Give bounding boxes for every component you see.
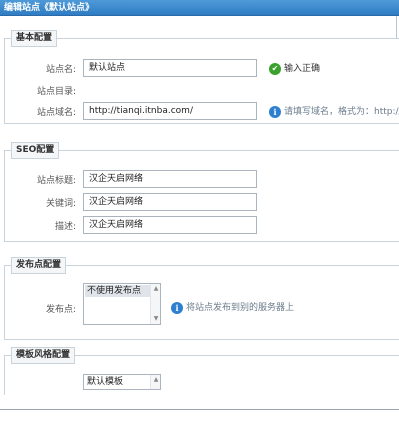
template-config-legend: 模板风格配置 — [11, 347, 76, 364]
bottom-divider — [0, 409, 399, 410]
site-name-hint: ✔ 输入正确 — [269, 61, 320, 75]
scroll-down-icon[interactable]: ▼ — [152, 315, 160, 323]
publish-hint-text: 将站点发布到别的服务器上 — [186, 303, 295, 313]
site-domain-input[interactable]: http://tianqi.itnba.com/ — [83, 102, 257, 120]
site-title-row: 站点标题: 汉企天启网络 — [5, 170, 399, 188]
publish-select[interactable]: 不使用发布点 ▲ ▼ — [83, 283, 161, 325]
scroll-up-icon[interactable]: ▲ — [152, 376, 160, 384]
publish-hint: i 将站点发布到别的服务器上 — [171, 300, 294, 314]
keywords-row: 关键词: 汉企天启网络 — [5, 193, 399, 211]
template-config-group: 模板风格配置 默认模板 ▲ — [4, 347, 399, 395]
description-input[interactable]: 汉企天启网络 — [83, 216, 257, 234]
site-domain-label: 站点域名: — [36, 108, 76, 118]
site-title-label: 站点标题: — [36, 176, 76, 186]
info-icon: i — [269, 105, 281, 118]
basic-config-legend: 基本配置 — [11, 30, 58, 47]
seo-config-group: SEO配置 站点标题: 汉企天启网络 关键词: 汉企天启网络 描述: 汉企天启网… — [4, 142, 399, 242]
site-title-input[interactable]: 汉企天启网络 — [83, 170, 257, 188]
site-name-row: 站点名: 默认站点 ✔ 输入正确 — [5, 59, 399, 77]
template-option-selected[interactable]: 默认模板 — [85, 376, 150, 388]
check-icon: ✔ — [269, 62, 281, 75]
site-domain-hint: i 请填写域名，格式为：http:// — [269, 104, 399, 118]
publish-label: 发布点: — [45, 305, 76, 315]
site-domain-hint-text: 请填写域名，格式为：http:// — [284, 107, 399, 117]
description-row: 描述: 汉企天启网络 — [5, 216, 399, 234]
site-domain-row: 站点域名: http://tianqi.itnba.com/ i 请填写域名，格式… — [5, 102, 399, 120]
window-title: 编辑站点《默认站点》 — [0, 0, 399, 16]
template-select[interactable]: 默认模板 ▲ — [83, 374, 161, 390]
scroll-up-icon[interactable]: ▲ — [152, 285, 160, 293]
publish-config-group: 发布点配置 发布点: 不使用发布点 ▲ ▼ i 将站点发布到别的服务器上 — [4, 257, 399, 340]
keywords-label: 关键词: — [45, 199, 76, 209]
site-name-label: 站点名: — [45, 65, 76, 75]
keywords-input[interactable]: 汉企天启网络 — [83, 193, 257, 211]
description-label: 描述: — [54, 222, 76, 232]
publish-option-selected[interactable]: 不使用发布点 — [85, 285, 150, 297]
site-name-input[interactable]: 默认站点 — [83, 59, 257, 77]
seo-config-legend: SEO配置 — [11, 142, 60, 159]
basic-config-group: 基本配置 站点名: 默认站点 ✔ 输入正确 站点目录: 站点域名: http://… — [4, 30, 399, 124]
publish-select-scrollbar[interactable]: ▲ ▼ — [150, 284, 160, 324]
info-icon: i — [171, 301, 183, 314]
template-select-scrollbar[interactable]: ▲ — [150, 375, 160, 389]
publish-config-legend: 发布点配置 — [11, 257, 67, 274]
site-name-hint-text: 输入正确 — [284, 64, 321, 74]
site-dir-label: 站点目录: — [36, 87, 76, 97]
site-dir-row: 站点目录: — [5, 81, 399, 99]
